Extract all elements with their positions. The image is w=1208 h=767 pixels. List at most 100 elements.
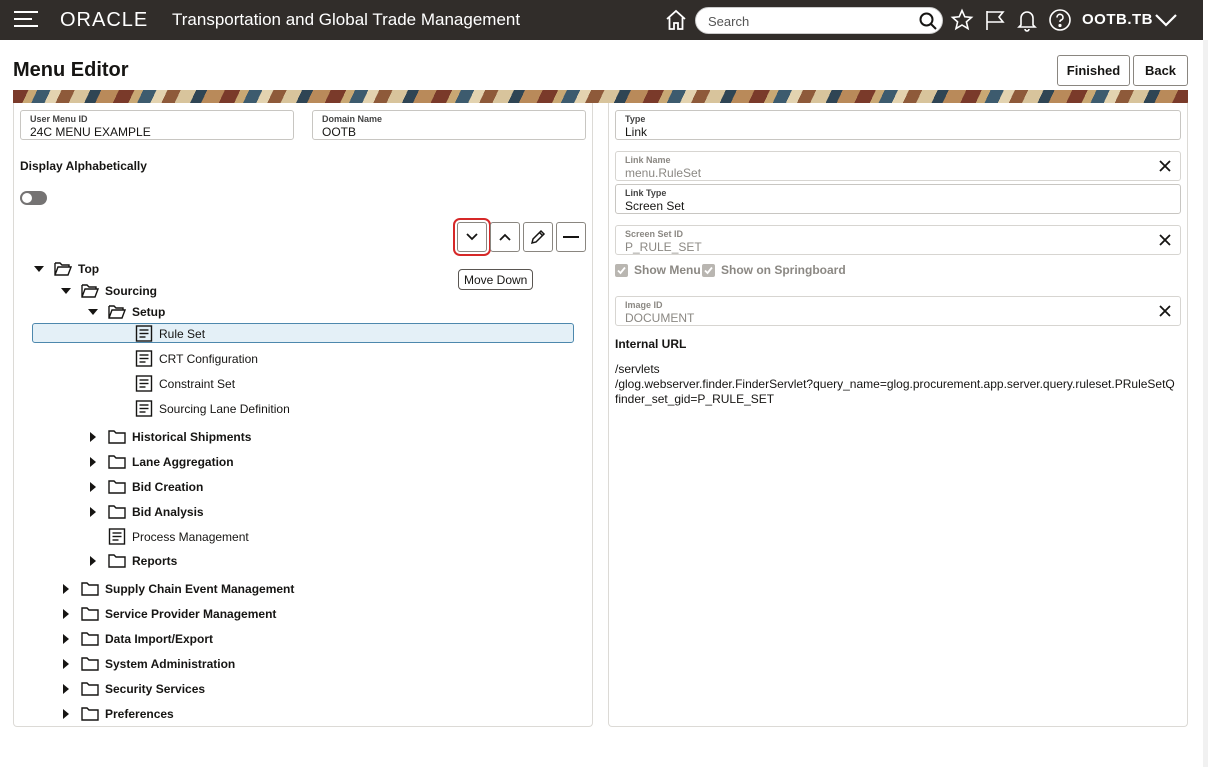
clear-screen-set-id-icon[interactable] [1158, 233, 1172, 247]
page-title: Menu Editor [13, 59, 129, 81]
search-box[interactable] [695, 7, 943, 34]
tree-node-label: Constraint Set [159, 377, 236, 391]
tree-node-historical-shipments[interactable]: Historical Shipments [32, 426, 577, 448]
domain-name-field[interactable]: Domain Name OOTB [312, 110, 586, 140]
tree-node-process-management[interactable]: Process Management [32, 526, 577, 548]
favorites-star-icon[interactable] [950, 8, 974, 32]
collapsed-caret-icon[interactable] [60, 608, 72, 620]
pencil-icon [530, 229, 546, 245]
remove-button[interactable] [556, 222, 586, 252]
user-menu-id-value[interactable]: 24C MENU EXAMPLE [30, 125, 151, 139]
image-id-value[interactable]: DOCUMENT [625, 311, 694, 325]
show-menu-label: Show Menu [634, 263, 701, 277]
help-icon[interactable] [1048, 8, 1072, 32]
tree-node-label: Sourcing Lane Definition [159, 402, 290, 416]
user-menu-id-field[interactable]: User Menu ID 24C MENU EXAMPLE [20, 110, 294, 140]
clear-image-id-icon[interactable] [1158, 304, 1172, 318]
search-icon[interactable] [918, 11, 938, 31]
link-type-label: Link Type [625, 188, 667, 198]
collapsed-caret-icon[interactable] [87, 506, 99, 518]
collapsed-caret-icon[interactable] [87, 456, 99, 468]
tree-node-crt-configuration[interactable]: CRT Configuration [32, 348, 577, 370]
tree-node-label: Historical Shipments [132, 430, 252, 444]
tree-node-label: Data Import/Export [105, 632, 214, 646]
move-down-button[interactable] [453, 218, 491, 256]
tree-node-rule-set[interactable]: Rule Set [32, 323, 577, 345]
tree-node-label: Lane Aggregation [132, 455, 234, 469]
move-up-button[interactable] [490, 222, 520, 252]
folder-icon [108, 428, 126, 445]
user-name[interactable]: OOTB.TB [1082, 11, 1153, 28]
back-button[interactable]: Back [1133, 55, 1188, 86]
tree-node-constraint-set[interactable]: Constraint Set [32, 373, 577, 395]
expanded-caret-icon[interactable] [33, 263, 45, 275]
tree-node-bid-creation[interactable]: Bid Creation [32, 476, 577, 498]
tree-node-sourcing[interactable]: Sourcing [32, 280, 577, 302]
tree-node-service-provider-management[interactable]: Service Provider Management [32, 603, 577, 625]
tree-node-system-administration[interactable]: System Administration [32, 653, 577, 675]
folder-icon [81, 705, 99, 722]
collapsed-caret-icon[interactable] [60, 583, 72, 595]
link-document-icon [135, 400, 153, 417]
link-type-field[interactable]: Link Type Screen Set [615, 184, 1181, 214]
show-on-springboard-checkbox[interactable] [702, 264, 715, 277]
collapsed-caret-icon[interactable] [60, 658, 72, 670]
link-type-value[interactable]: Screen Set [625, 199, 684, 213]
tree-node-preferences[interactable]: Preferences [32, 703, 577, 725]
tree-node-lane-aggregation[interactable]: Lane Aggregation [32, 451, 577, 473]
tree-node-top[interactable]: Top [32, 258, 577, 280]
tree-node-setup[interactable]: Setup [32, 301, 577, 323]
edit-button[interactable] [523, 222, 553, 252]
type-field[interactable]: Type Link [615, 110, 1181, 140]
display-alphabetically-label: Display Alphabetically [20, 159, 147, 173]
tree-node-sourcing-lane-definition[interactable]: Sourcing Lane Definition [32, 398, 577, 420]
tree-node-supply-chain-event-management[interactable]: Supply Chain Event Management [32, 578, 577, 600]
internal-url-line: finder_set_gid=P_RULE_SET [615, 392, 775, 406]
show-on-springboard-label: Show on Springboard [721, 263, 846, 277]
collapsed-caret-icon[interactable] [60, 683, 72, 695]
domain-name-value[interactable]: OOTB [322, 125, 356, 139]
expanded-caret-icon[interactable] [60, 285, 72, 297]
collapsed-caret-icon[interactable] [87, 555, 99, 567]
link-name-label: Link Name [625, 155, 671, 165]
collapsed-caret-icon[interactable] [60, 708, 72, 720]
notifications-bell-icon[interactable] [1015, 8, 1039, 32]
image-id-field[interactable]: Image ID DOCUMENT [615, 296, 1181, 326]
expanded-caret-icon[interactable] [87, 306, 99, 318]
type-value[interactable]: Link [625, 125, 647, 139]
tree-node-data-import-export[interactable]: Data Import/Export [32, 628, 577, 650]
tree-node-label: Security Services [105, 682, 206, 696]
checkmark-icon [617, 266, 626, 275]
tree-node-label: Sourcing [105, 284, 158, 298]
collapsed-caret-icon[interactable] [87, 431, 99, 443]
show-menu-checkbox[interactable] [615, 264, 628, 277]
collapsed-caret-icon[interactable] [87, 481, 99, 493]
tree-node-reports[interactable]: Reports [32, 550, 577, 572]
flag-icon[interactable] [983, 8, 1007, 32]
chevron-up-icon [499, 233, 511, 241]
folder-icon [108, 503, 126, 520]
finished-button[interactable]: Finished [1057, 55, 1130, 86]
chevron-down-icon [466, 233, 478, 241]
internal-url-label: Internal URL [615, 337, 687, 351]
page-scrollbar[interactable] [1203, 40, 1208, 767]
screen-set-id-field[interactable]: Screen Set ID P_RULE_SET [615, 225, 1181, 255]
link-document-icon [135, 325, 153, 342]
tree-node-security-services[interactable]: Security Services [32, 678, 577, 700]
tree-node-label: Service Provider Management [105, 607, 277, 621]
link-name-value[interactable]: menu.RuleSet [625, 166, 701, 180]
user-menu-chevron-down-icon[interactable] [1154, 9, 1178, 31]
search-input[interactable] [708, 12, 908, 30]
clear-link-name-icon[interactable] [1158, 159, 1172, 173]
screen-set-id-value[interactable]: P_RULE_SET [625, 240, 702, 254]
display-alphabetically-toggle[interactable] [20, 191, 47, 205]
link-name-field[interactable]: Link Name menu.RuleSet [615, 151, 1181, 181]
checkmark-icon [704, 266, 713, 275]
tree-node-bid-analysis[interactable]: Bid Analysis [32, 501, 577, 523]
hamburger-menu-icon[interactable] [14, 11, 38, 29]
domain-name-label: Domain Name [322, 114, 383, 124]
collapsed-caret-icon[interactable] [60, 633, 72, 645]
internal-url-line: /servlets [615, 362, 660, 376]
home-icon[interactable] [664, 8, 688, 32]
oracle-logo: ORACLE [60, 9, 149, 31]
